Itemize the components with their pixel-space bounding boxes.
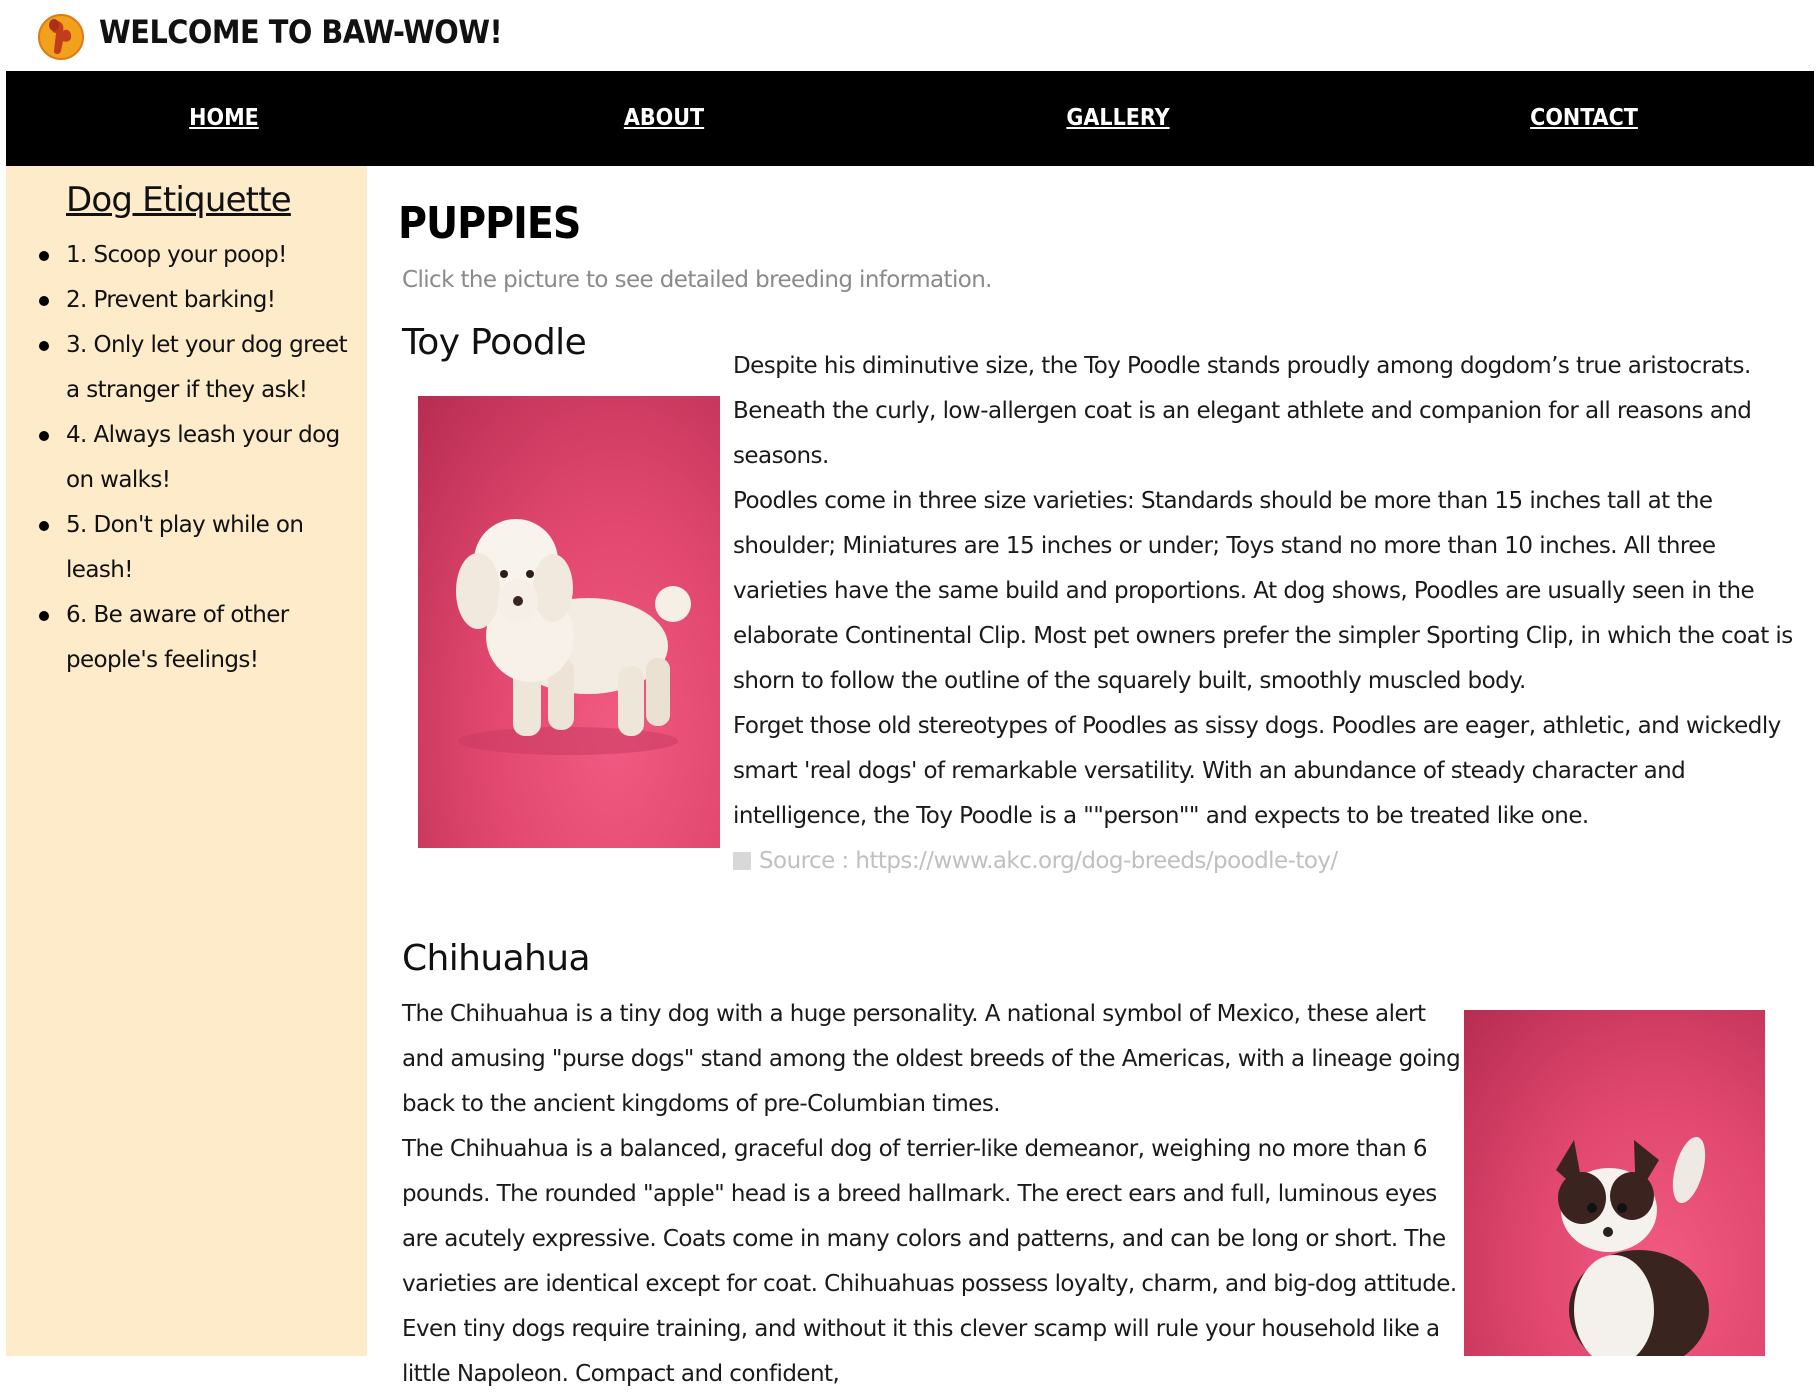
main-content: PUPPIES Click the picture to see detaile… [367,166,1820,1387]
page-title: PUPPIES [398,198,581,249]
sidebar-title-link[interactable]: Dog Etiquette [66,178,292,222]
poodle-image [456,519,691,755]
etiquette-item: 3. Only let your dog greet a stranger if… [39,323,366,413]
etiquette-item: 2. Prevent barking! [39,278,366,323]
nav-about[interactable]: ABOUT [624,103,704,133]
toy-poodle-paragraph-3: Forget those old stereotypes of Poodles … [733,713,1781,829]
nav-gallery[interactable]: GALLERY [1066,103,1169,133]
etiquette-item: 1. Scoop your poop! [39,233,366,278]
site-header: WELCOME TO BAW-WOW! [0,0,1820,71]
toy-poodle-source-link[interactable]: Source : https://www.akc.org/dog-breeds/… [759,848,1338,874]
sidebar: Dog Etiquette 1. Scoop your poop! 2. Pre… [6,166,367,1356]
site-title: WELCOME TO BAW-WOW! [99,13,503,51]
chihuahua-paragraph-2: The Chihuahua is a balanced, graceful do… [402,1136,1457,1387]
nav-home[interactable]: HOME [189,103,259,133]
etiquette-item: 4. Always leash your dog on walks! [39,413,366,503]
etiquette-list: 1. Scoop your poop! 2. Prevent barking! … [39,233,366,683]
breed-heading-chihuahua: Chihuahua [402,938,591,979]
instructions-text: Click the picture to see detailed breedi… [402,267,993,293]
chihuahua-text: The Chihuahua is a tiny dog with a huge … [402,992,1462,1397]
chihuahua-photo[interactable] [1464,1010,1765,1356]
toy-poodle-text: Despite his diminutive size, the Toy Poo… [733,324,1803,884]
toy-poodle-paragraph-1: Despite his diminutive size, the Toy Poo… [733,353,1752,469]
etiquette-item: 5. Don't play while on leash! [39,503,366,593]
nav-contact[interactable]: CONTACT [1530,103,1638,133]
toy-poodle-paragraph-2: Poodles come in three size varieties: St… [733,488,1793,694]
breed-heading-toy-poodle: Toy Poodle [402,322,587,363]
chihuahua-paragraph-1: The Chihuahua is a tiny dog with a huge … [402,1001,1461,1117]
toy-poodle-source: Source : https://www.akc.org/dog-breeds/… [733,839,1803,884]
toy-poodle-photo[interactable] [418,396,720,848]
dog-logo-icon[interactable] [36,11,86,61]
main-nav: HOME ABOUT GALLERY CONTACT [6,71,1814,166]
etiquette-item: 6. Be aware of other people's feelings! [39,593,366,683]
source-icon [733,852,751,870]
chihuahua-image [1556,1136,1709,1356]
